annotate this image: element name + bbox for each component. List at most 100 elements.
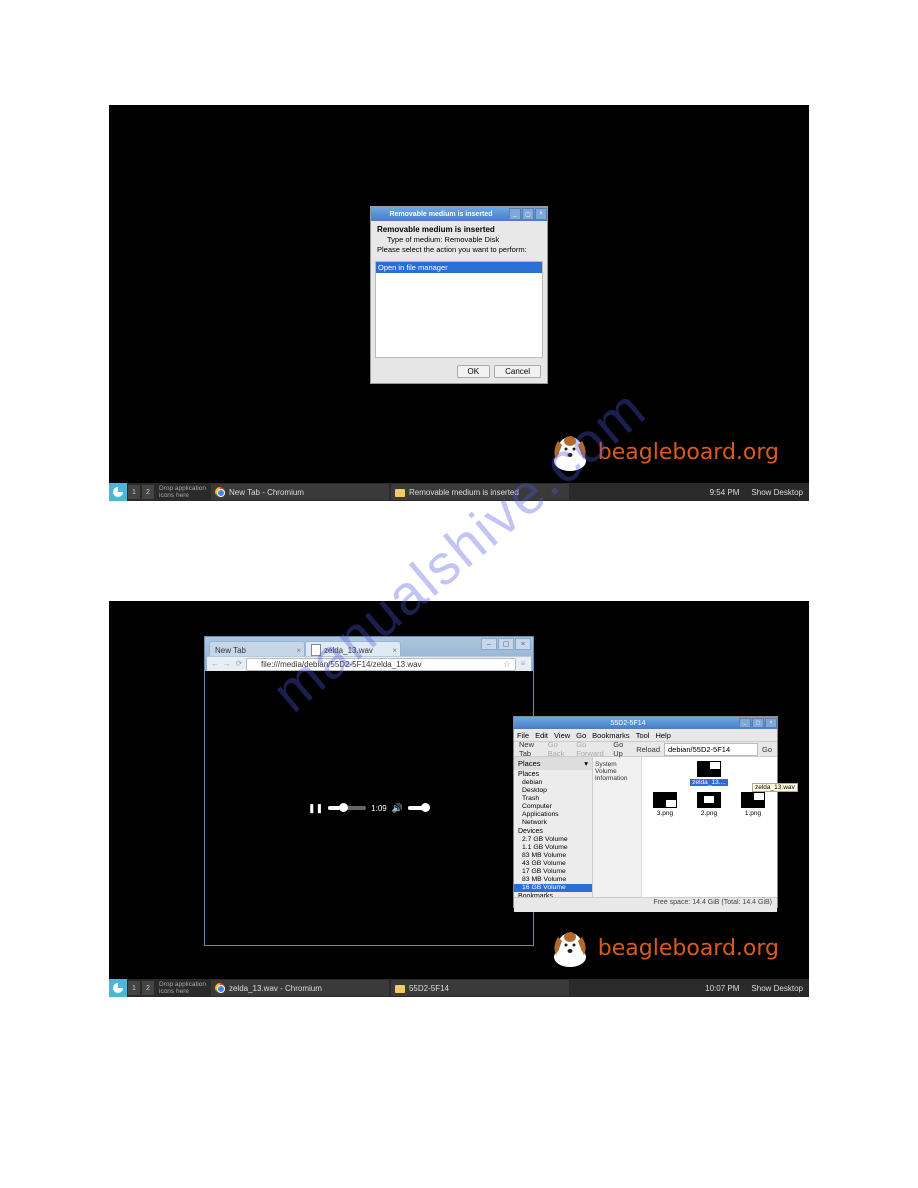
side-debian[interactable]: debian: [514, 779, 592, 787]
side-vol[interactable]: 43 GB Volume: [514, 860, 592, 868]
file-2png[interactable]: 2.png: [690, 792, 728, 817]
dialog-title: Removable medium is inserted: [374, 211, 508, 218]
dialog-action-selected[interactable]: Open in file manager: [376, 262, 542, 273]
side-applications[interactable]: Applications: [514, 811, 592, 819]
pause-icon[interactable]: ❚❚: [308, 803, 323, 814]
menu-file[interactable]: File: [517, 731, 529, 740]
tb-gofwd[interactable]: Go Forward: [574, 740, 609, 758]
file-1png[interactable]: 1.png: [734, 792, 772, 817]
volume-bar[interactable]: [408, 806, 430, 810]
dialog-heading: Removable medium is inserted: [377, 225, 541, 235]
fm-path-input[interactable]: debian/55D2-5F14: [664, 743, 758, 756]
volume-icon[interactable]: 🔊: [392, 803, 403, 814]
bookmark-star-icon[interactable]: ☆: [503, 659, 511, 670]
logo-text: beagleboard.org: [598, 440, 779, 465]
dialog-action-list[interactable]: Open in file manager: [375, 261, 543, 358]
taskbar-task-chromium[interactable]: zelda_13.wav - Chromium: [211, 980, 389, 996]
fm-info-panel: System Volume Information: [593, 757, 642, 897]
taskbar-task-filemanager[interactable]: 55D2-5F14: [391, 980, 569, 996]
folder-icon: [395, 985, 405, 993]
taskbar-clock: 10:07 PM: [699, 984, 745, 993]
tab-close-icon[interactable]: ×: [392, 646, 397, 655]
file-tooltip: zelda_13.wav: [752, 783, 798, 792]
show-desktop-button[interactable]: Show Desktop: [745, 984, 809, 993]
show-desktop-button[interactable]: Show Desktop: [745, 488, 809, 497]
start-button[interactable]: [109, 483, 127, 501]
beagleboard-logo: beagleboard.org: [548, 927, 779, 969]
menu-tool[interactable]: Tool: [636, 731, 650, 740]
taskbar-task-removable[interactable]: Removable medium is inserted: [391, 484, 569, 500]
media-controls: ❚❚ 1:09 🔊: [308, 803, 430, 814]
fm-statusbar: Free space: 14.4 GiB (Total: 14.4 GiB): [514, 897, 777, 912]
ok-button[interactable]: OK: [457, 365, 491, 378]
tab-close-icon[interactable]: ×: [296, 646, 301, 655]
maximize-icon[interactable]: ▢: [752, 718, 764, 728]
reload-icon[interactable]: ⟳: [234, 659, 244, 669]
menu-icon[interactable]: ≡: [518, 659, 528, 669]
side-desktop[interactable]: Desktop: [514, 787, 592, 795]
fm-toolbar: New Tab Go Back Go Forward Go Up Reload …: [514, 742, 777, 757]
maximize-icon[interactable]: ▢: [498, 638, 514, 650]
workspace-1[interactable]: 1: [128, 981, 140, 995]
chromium-window: New Tab × zelda_13.wav × – ▢ × ←: [204, 636, 534, 946]
file-manager-window: 55D2-5F14 _ ▢ × File Edit View Go Bookma…: [513, 716, 778, 908]
dog-icon: [548, 927, 592, 969]
chevron-down-icon: ▾: [584, 759, 588, 768]
taskbar-task-chromium[interactable]: New Tab - Chromium: [211, 484, 389, 500]
start-button[interactable]: [109, 979, 127, 997]
cancel-button[interactable]: Cancel: [494, 365, 541, 378]
side-vol[interactable]: 1.1 GB Volume: [514, 844, 592, 852]
logo-text: beagleboard.org: [598, 936, 779, 961]
side-vol[interactable]: 17 GB Volume: [514, 868, 592, 876]
tb-goup[interactable]: Go Up: [611, 740, 632, 758]
workspace-2[interactable]: 2: [142, 981, 154, 995]
minimize-icon[interactable]: –: [481, 638, 497, 650]
address-bar[interactable]: file:///media/debian/55D2-5F14/zelda_13.…: [246, 658, 516, 671]
tb-reload[interactable]: Reload: [634, 745, 662, 754]
taskbar: 1 2 Drop applicationicons here New Tab -…: [109, 483, 809, 501]
dog-icon: [548, 431, 592, 473]
side-computer[interactable]: Computer: [514, 803, 592, 811]
tb-newtab[interactable]: New Tab: [517, 740, 544, 758]
fm-sidebar: Places ▾ Places debian Desktop Trash Com…: [514, 757, 593, 897]
close-icon[interactable]: ×: [765, 718, 777, 728]
side-vol[interactable]: 83 MB Volume: [514, 876, 592, 884]
menu-help[interactable]: Help: [655, 731, 670, 740]
tb-goback[interactable]: Go Back: [546, 740, 573, 758]
folder-icon: [395, 489, 405, 497]
drop-hint: Drop applicationicons here: [155, 981, 210, 995]
menu-go[interactable]: Go: [576, 731, 586, 740]
side-vol[interactable]: 2.7 GB Volume: [514, 836, 592, 844]
fm-side-header[interactable]: Places ▾: [514, 757, 592, 770]
menu-edit[interactable]: Edit: [535, 731, 548, 740]
side-network[interactable]: Network: [514, 819, 592, 827]
chrome-icon: [215, 487, 225, 497]
workspace-2[interactable]: 2: [142, 485, 154, 499]
nav-forward-icon[interactable]: →: [222, 659, 232, 669]
tb-go[interactable]: Go: [760, 745, 774, 754]
document-icon: [311, 644, 321, 656]
removable-dialog: Removable medium is inserted _ ▢ × Remov…: [370, 206, 548, 384]
beagleboard-logo: beagleboard.org: [548, 431, 779, 473]
minimize-icon[interactable]: _: [509, 208, 521, 220]
dialog-prompt: Please select the action you want to per…: [377, 245, 541, 255]
workspace-1[interactable]: 1: [128, 485, 140, 499]
file-zelda[interactable]: zelda_13.... zelda_13.wav: [690, 761, 728, 786]
menu-bookmarks[interactable]: Bookmarks: [592, 731, 630, 740]
close-icon[interactable]: ×: [535, 208, 547, 220]
fm-title: 55D2-5F14: [518, 720, 738, 727]
screenshot-1: Removable medium is inserted _ ▢ × Remov…: [109, 105, 809, 501]
side-vol-selected[interactable]: 16 GB Volume: [514, 884, 592, 892]
close-icon[interactable]: ×: [515, 638, 531, 650]
maximize-icon[interactable]: ▢: [522, 208, 534, 220]
file-3png[interactable]: 3.png: [646, 792, 684, 817]
taskbar: 1 2 Drop applicationicons here zelda_13.…: [109, 979, 809, 997]
page-icon: [251, 660, 258, 668]
fm-file-view[interactable]: zelda_13.... zelda_13.wav 3.png 2.png: [642, 757, 777, 897]
menu-view[interactable]: View: [554, 731, 570, 740]
minimize-icon[interactable]: _: [739, 718, 751, 728]
side-vol[interactable]: 83 MB Volume: [514, 852, 592, 860]
nav-back-icon[interactable]: ←: [210, 659, 220, 669]
side-trash[interactable]: Trash: [514, 795, 592, 803]
seek-bar[interactable]: [328, 806, 366, 810]
